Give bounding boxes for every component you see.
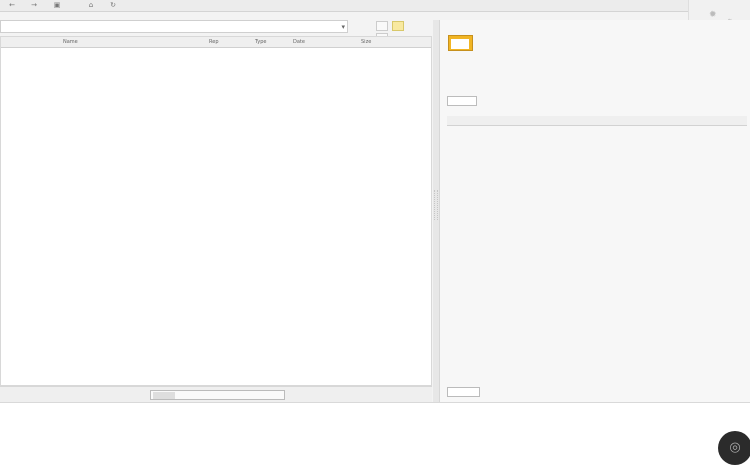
- chevron-down-icon[interactable]: ▾: [341, 23, 345, 31]
- col-name: Name: [63, 39, 78, 45]
- left-footer: [0, 386, 432, 402]
- right-search-button[interactable]: [447, 96, 477, 106]
- top-toolbar: ← → ▣ ⌂ ↻: [0, 0, 750, 12]
- right-table-header: [447, 116, 747, 126]
- right-pane: [439, 20, 750, 402]
- copy-icon[interactable]: ▣: [51, 1, 63, 10]
- left-table: Name Rep Type Date Size: [0, 36, 432, 386]
- path-combo[interactable]: ▾: [0, 20, 348, 33]
- arrow-left-icon[interactable]: ←: [6, 1, 18, 10]
- small-buttons: [376, 21, 421, 43]
- col-size: Size: [361, 39, 372, 45]
- right-footer-button[interactable]: [447, 387, 480, 397]
- col-date: Date: [293, 39, 305, 45]
- avatar[interactable]: ◎: [718, 431, 750, 465]
- lock-icon[interactable]: ⌂: [85, 1, 97, 10]
- left-table-header: Name Rep Type Date Size: [1, 37, 431, 48]
- splitter-grip-icon[interactable]: [434, 190, 438, 220]
- small-button-1[interactable]: [376, 21, 388, 31]
- filter-key: [153, 392, 175, 399]
- folder-icon: [448, 35, 473, 51]
- filter-box[interactable]: [150, 390, 285, 400]
- arrow-right-icon[interactable]: →: [28, 1, 40, 10]
- bottom-log: [0, 402, 750, 468]
- col-type: Type: [255, 39, 267, 45]
- folder-inner: [451, 39, 469, 49]
- right-tabs: [450, 79, 600, 89]
- col-rep: Rep: [209, 39, 219, 45]
- small-button-2[interactable]: [391, 21, 404, 31]
- refresh-icon[interactable]: ↻: [107, 1, 119, 10]
